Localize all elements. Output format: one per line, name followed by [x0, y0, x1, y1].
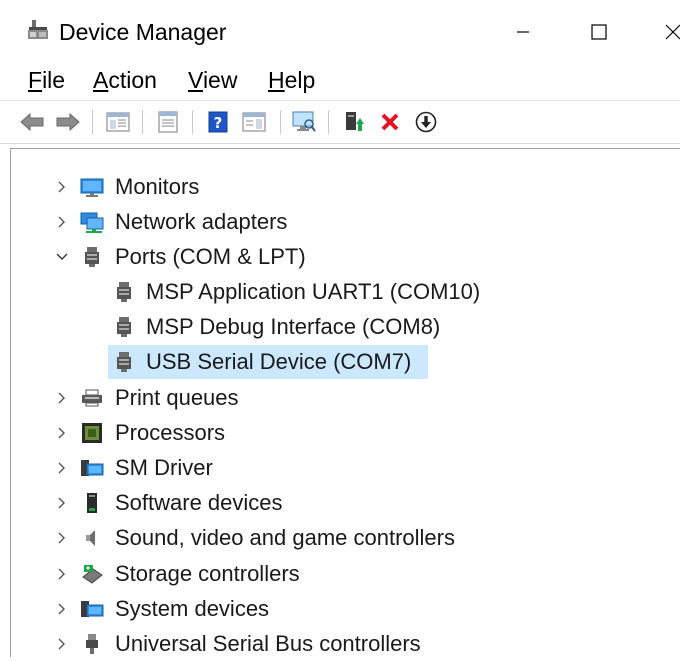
update-driver-icon[interactable]: [340, 109, 368, 135]
close-button[interactable]: [650, 12, 680, 52]
tree-item-label: SM Driver: [115, 455, 213, 480]
chevron-right-icon[interactable]: [54, 636, 70, 652]
forward-icon[interactable]: [54, 109, 82, 135]
action-pane-icon[interactable]: [240, 109, 268, 135]
toolbar-separator: [280, 110, 281, 134]
tree-item-sm-driver[interactable]: SM Driver: [11, 451, 671, 485]
chevron-right-icon[interactable]: [54, 214, 70, 230]
uninstall-device-icon[interactable]: [376, 109, 404, 135]
menu-view[interactable]: View: [186, 66, 239, 94]
enable-device-icon[interactable]: [412, 109, 440, 135]
menu-help[interactable]: Help: [266, 66, 317, 94]
tree-item-label: MSP Application UART1 (COM10): [146, 279, 481, 304]
device-tree: Monitors Network adapters Ports (COM & L…: [10, 148, 680, 657]
chevron-right-icon[interactable]: [54, 601, 70, 617]
properties-sheet-icon[interactable]: [154, 109, 182, 135]
usb-icon: [80, 633, 104, 655]
tree-item-label: Storage controllers: [115, 561, 300, 586]
chevron-right-icon[interactable]: [54, 390, 70, 406]
tree-item-monitors[interactable]: Monitors: [11, 170, 671, 204]
menu-action[interactable]: Action: [91, 66, 159, 94]
chevron-right-icon[interactable]: [54, 495, 70, 511]
toolbar-separator: [92, 110, 93, 134]
scan-hardware-icon[interactable]: [290, 109, 318, 135]
tree-item-system-devices[interactable]: System devices: [11, 592, 671, 626]
toolbar-separator: [142, 110, 143, 134]
tree-item-sound-video-game-controllers[interactable]: Sound, video and game controllers: [11, 521, 671, 555]
chevron-right-icon[interactable]: [54, 530, 70, 546]
device-manager-icon: [26, 18, 50, 42]
tree-item-ports[interactable]: Ports (COM & LPT): [11, 240, 671, 274]
tree-item-print-queues[interactable]: Print queues: [11, 381, 671, 415]
sm-driver-icon: [80, 457, 104, 479]
menu-file[interactable]: File: [26, 66, 67, 94]
tree-item-label: USB Serial Device (COM7): [146, 349, 412, 374]
tree-item-label: Ports (COM & LPT): [115, 244, 306, 269]
tree-item-label: Print queues: [115, 385, 239, 410]
tree-item-label: Monitors: [115, 174, 200, 199]
storage-controller-icon: [80, 563, 104, 585]
tree-item-label: MSP Debug Interface (COM8): [146, 314, 441, 339]
chevron-right-icon[interactable]: [54, 179, 70, 195]
title-bar: Device Manager: [0, 0, 680, 56]
tree-item-msp-application-uart1[interactable]: MSP Application UART1 (COM10): [11, 275, 671, 309]
tree-item-label: System devices: [115, 596, 270, 621]
toolbar-separator: [328, 110, 329, 134]
toolbar-separator: [192, 110, 193, 134]
port-icon: [80, 246, 104, 268]
processor-icon: [80, 422, 104, 444]
svg-text:?: ?: [214, 114, 223, 132]
toolbar: ?: [0, 100, 680, 144]
menu-bar: File Action View Help: [0, 60, 680, 100]
chevron-right-icon[interactable]: [54, 566, 70, 582]
window-title: Device Manager: [59, 19, 227, 45]
tree-item-msp-debug-interface[interactable]: MSP Debug Interface (COM8): [11, 310, 671, 344]
software-device-icon: [80, 492, 104, 514]
tree-item-label: Software devices: [115, 490, 283, 515]
tree-item-network-adapters[interactable]: Network adapters: [11, 205, 671, 239]
tree-item-software-devices[interactable]: Software devices: [11, 486, 671, 520]
chevron-right-icon[interactable]: [54, 425, 70, 441]
monitor-icon: [80, 176, 104, 198]
help-icon[interactable]: ?: [204, 109, 232, 135]
tree-item-label: Processors: [115, 420, 226, 445]
tree-item-usb-serial-device[interactable]: USB Serial Device (COM7): [11, 345, 671, 379]
network-adapter-icon: [80, 211, 104, 233]
port-icon: [112, 351, 136, 373]
tree-item-label: Sound, video and game controllers: [115, 525, 455, 550]
port-icon: [112, 281, 136, 303]
minimize-button[interactable]: [500, 12, 546, 52]
chevron-right-icon[interactable]: [54, 460, 70, 476]
system-devices-icon: [80, 598, 104, 620]
port-icon: [112, 316, 136, 338]
tree-item-label: Universal Serial Bus controllers: [115, 631, 421, 656]
tree-item-processors[interactable]: Processors: [11, 416, 671, 450]
speaker-icon: [80, 527, 104, 549]
back-icon[interactable]: [18, 109, 46, 135]
tree-item-label: Network adapters: [115, 209, 288, 234]
chevron-down-icon[interactable]: [54, 249, 70, 265]
maximize-button[interactable]: [576, 12, 622, 52]
show-hide-console-tree-icon[interactable]: [104, 109, 132, 135]
tree-item-storage-controllers[interactable]: Storage controllers: [11, 557, 671, 591]
printer-icon: [80, 387, 104, 409]
